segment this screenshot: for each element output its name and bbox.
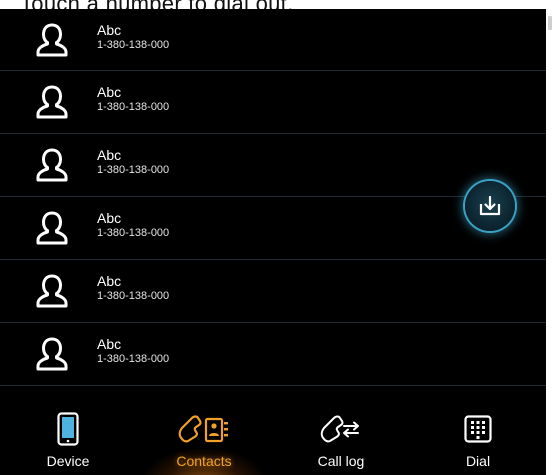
- contact-number: 1-380-138-000: [97, 39, 170, 51]
- contact-row[interactable]: Abc 1-380-138-000: [0, 134, 546, 197]
- person-outline-icon: [36, 148, 68, 182]
- person-outline-icon: [36, 337, 68, 371]
- tab-device-label: Device: [46, 453, 90, 469]
- contact-number: 1-380-138-000: [97, 353, 170, 365]
- contact-name: Abc: [97, 22, 122, 38]
- contact-name: Abc: [97, 273, 122, 289]
- scrollbar[interactable]: [548, 16, 552, 30]
- person-outline-icon: [36, 23, 68, 57]
- contact-number: 1-380-138-000: [97, 101, 170, 113]
- contact-name: Abc: [97, 84, 122, 100]
- tab-call-log[interactable]: Call log: [273, 395, 409, 475]
- tab-device[interactable]: Device: [0, 395, 136, 475]
- bottom-nav: Device Contacts Call log Dial: [0, 395, 546, 475]
- contact-number: 1-380-138-000: [97, 227, 170, 239]
- import-contacts-button[interactable]: [465, 181, 515, 231]
- tab-contacts[interactable]: Contacts: [136, 395, 272, 475]
- keypad-icon: [460, 411, 496, 447]
- download-tray-icon: [479, 195, 501, 216]
- tab-dial-label: Dial: [465, 453, 491, 469]
- contact-number: 1-380-138-000: [97, 164, 170, 176]
- contact-name: Abc: [97, 147, 122, 163]
- contact-row[interactable]: Abc 1-380-138-000: [0, 71, 546, 134]
- handset-arrows-icon: [317, 411, 365, 447]
- contact-name: Abc: [97, 336, 122, 352]
- tab-call-log-label: Call log: [317, 453, 365, 469]
- contact-list: Abc 1-380-138-000 Abc 1-380-138-000 Abc …: [0, 9, 546, 393]
- person-outline-icon: [36, 274, 68, 308]
- phone-device-icon: [50, 411, 86, 447]
- person-outline-icon: [36, 211, 68, 245]
- tab-dial[interactable]: Dial: [410, 395, 546, 475]
- tab-contacts-label: Contacts: [176, 453, 232, 469]
- contact-row[interactable]: Abc 1-380-138-000: [0, 260, 546, 323]
- handset-contact-card-icon: [175, 411, 233, 447]
- bluetooth-phone-screen: Abc 1-380-138-000 Abc 1-380-138-000 Abc …: [0, 9, 546, 475]
- contact-row[interactable]: Abc 1-380-138-000: [0, 323, 546, 386]
- contact-name: Abc: [97, 210, 122, 226]
- person-outline-icon: [36, 85, 68, 119]
- contact-number: 1-380-138-000: [97, 290, 170, 302]
- contact-row[interactable]: Abc 1-380-138-000: [0, 9, 546, 71]
